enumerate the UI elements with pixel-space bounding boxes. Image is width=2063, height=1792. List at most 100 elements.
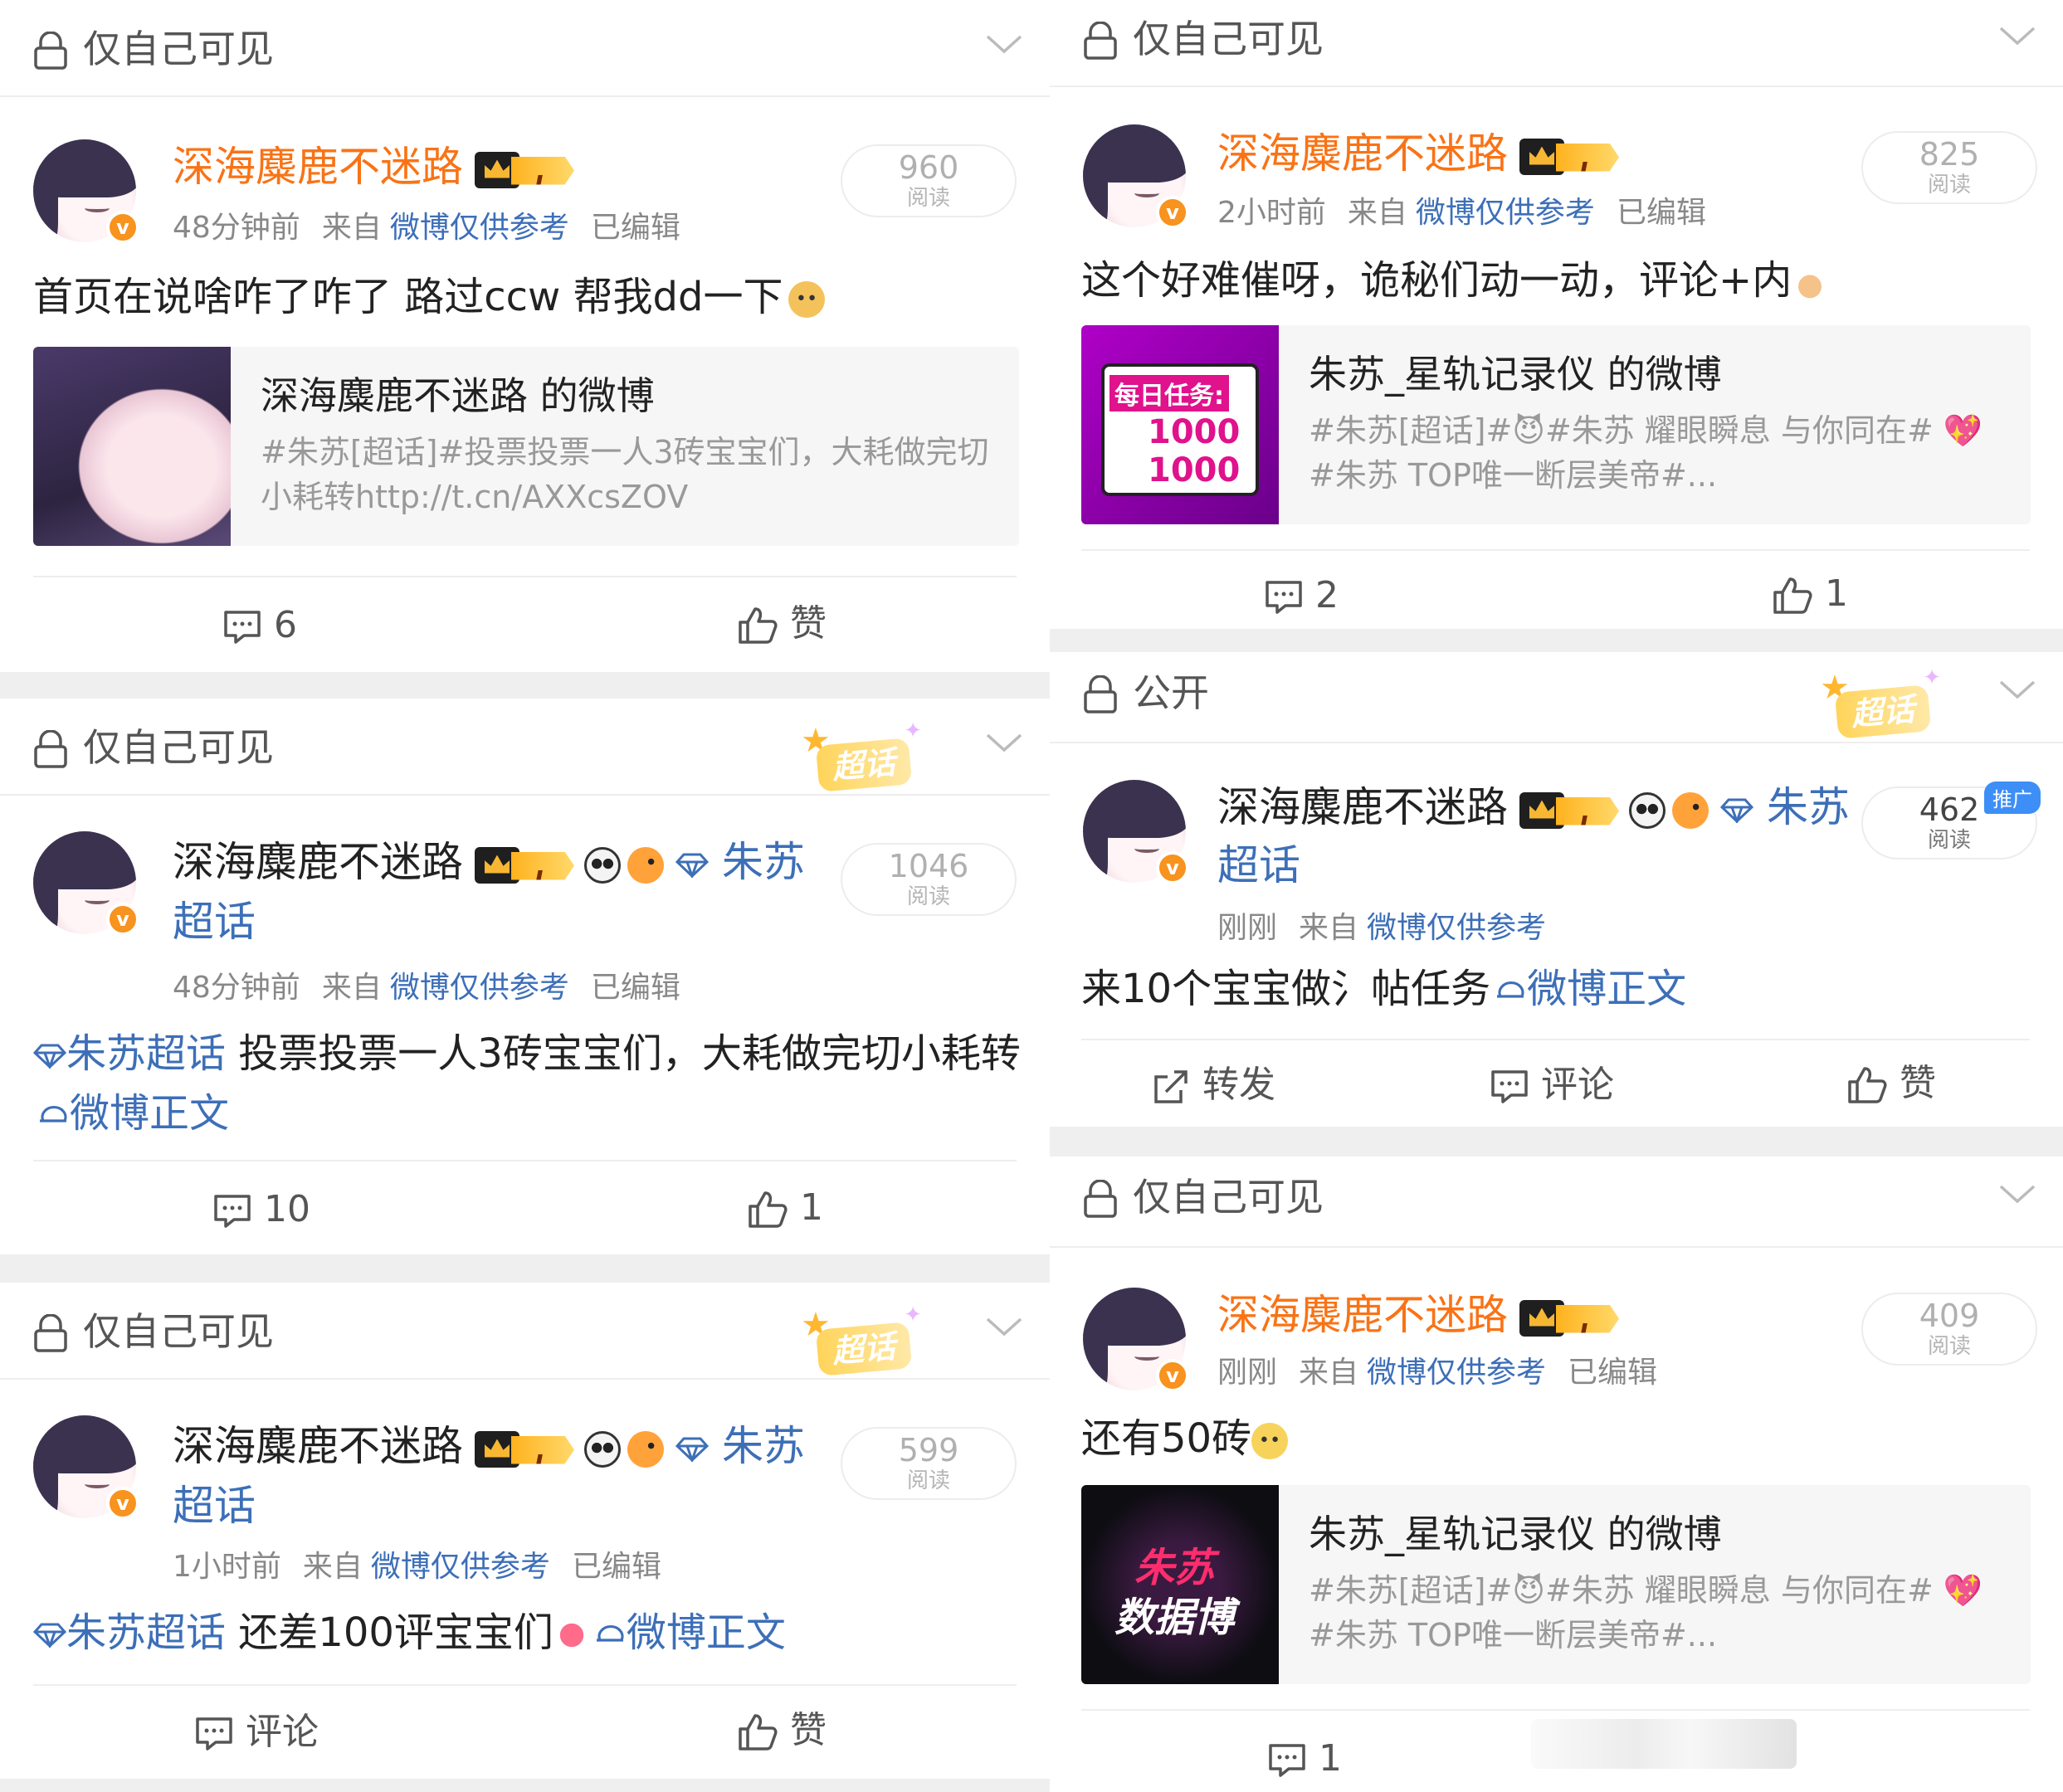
author-name[interactable]: 深海麋鹿不迷路 朱苏: [1217, 778, 1850, 836]
chaohua-badge[interactable]: ★ 超话 ✦: [1820, 665, 1944, 743]
author-name[interactable]: 深海麋鹿不迷路 朱苏: [173, 1417, 805, 1475]
weibo-text-link[interactable]: 微博正文: [627, 1609, 786, 1656]
verified-icon: v: [106, 903, 139, 936]
source-link[interactable]: 微博仅供参考: [1416, 196, 1595, 230]
weibo-text-link[interactable]: 微博正文: [1527, 966, 1686, 1012]
avatar[interactable]: v: [1083, 1288, 1189, 1392]
read-count: 409 阅读: [1861, 1293, 2037, 1366]
quoted-post[interactable]: 深海麋鹿不迷路 的微博 #朱苏[超话]#投票投票一人3砖宝宝们，大耗做完切小耗转…: [33, 347, 1019, 546]
quoted-thumbnail: 朱苏 数据博: [1081, 1485, 1279, 1684]
repost-button[interactable]: 转发: [1151, 1060, 1275, 1110]
quoted-desc: #朱苏[超话]#😈#朱苏 耀眼瞬息 与你同在# 💖#朱苏 TOP唯一断层美帝#.…: [1309, 412, 1983, 494]
topic-tag[interactable]: 朱苏超话: [66, 1609, 226, 1656]
weibo-link-icon: [37, 1099, 70, 1132]
post-card: 仅自己可见 v 深海麋鹿不迷路 48分钟前来自微博仅供参考已编辑 960阅读 首…: [0, 0, 1050, 672]
read-count: 825 阅读: [1861, 131, 2037, 204]
source-link[interactable]: 微博仅供参考: [390, 971, 569, 1005]
post-card: 仅自己可见 v 深海麋鹿不迷路 刚刚来自微博仅供参考已编辑 409阅读 还有50…: [1050, 1157, 2063, 1792]
panda-icon: [584, 846, 621, 884]
topic-link-cont[interactable]: 超话: [173, 893, 256, 951]
diamond-icon: [675, 853, 709, 878]
post-meta: 1小时前 来自 微博仅供参考 已编辑: [173, 1550, 661, 1584]
divider: [33, 576, 1017, 577]
like-button[interactable]: 1: [747, 1183, 823, 1233]
chevron-down-icon[interactable]: [1998, 1181, 2036, 1206]
post-header: 仅自己可见: [0, 0, 1050, 97]
topic-link-cont[interactable]: 超话: [173, 1477, 256, 1535]
read-count: 599 阅读: [841, 1427, 1017, 1500]
topic-link[interactable]: 朱苏: [1767, 783, 1850, 831]
quoted-post[interactable]: 朱苏 数据博 朱苏_星轨记录仪 的微博 #朱苏[超话]#😈#朱苏 耀眼瞬息 与你…: [1081, 1485, 2031, 1684]
quoted-title: 朱苏_星轨记录仪 的微博: [1309, 1512, 1722, 1556]
comment-button[interactable]: 2: [1264, 571, 1339, 621]
comment-button[interactable]: 评论: [1490, 1060, 1614, 1110]
comment-icon: [1264, 579, 1304, 616]
source-link[interactable]: 微博仅供参考: [1367, 1356, 1546, 1390]
author-name[interactable]: 深海麋鹿不迷路: [1217, 124, 1622, 183]
chaohua-badge[interactable]: ★ 超话 ✦: [801, 718, 925, 796]
topic-link[interactable]: 朱苏: [722, 838, 805, 886]
chevron-down-icon[interactable]: [985, 730, 1023, 755]
like-button[interactable]: 赞: [737, 599, 827, 649]
comment-button[interactable]: 评论: [194, 1707, 319, 1757]
chevron-down-icon[interactable]: [985, 1314, 1023, 1339]
lock-icon: [1083, 1180, 1118, 1218]
source-link[interactable]: 微博仅供参考: [1367, 911, 1546, 945]
quoted-title: 深海麋鹿不迷路 的微博: [261, 373, 655, 418]
chevron-down-icon[interactable]: [985, 32, 1023, 56]
like-icon: [737, 606, 778, 645]
comment-button[interactable]: 6: [222, 601, 297, 650]
author-name[interactable]: 深海麋鹿不迷路: [1217, 1286, 1622, 1344]
promo-tag: 推广: [1984, 782, 2041, 814]
diamond-icon: [675, 1437, 709, 1462]
quoted-image-text: 数据博: [1114, 1595, 1235, 1641]
source-link[interactable]: 微博仅供参考: [371, 1550, 550, 1584]
post-text: 来10个宝宝做氵帖任务 微博正文: [1081, 966, 1687, 1012]
quoted-image-text: 每日任务:: [1110, 375, 1229, 411]
lock-icon: [1083, 22, 1118, 60]
post-text: 这个好难催呀，诡秘们动一动，评论+内: [1081, 251, 1829, 310]
topic-link-cont[interactable]: 超话: [1217, 836, 1300, 894]
like-icon: [747, 1190, 788, 1230]
lock-icon: [33, 32, 68, 70]
thumbs-up-emoji-icon: [1792, 265, 1829, 301]
vip-crown-icon: [475, 150, 578, 190]
avatar[interactable]: v: [33, 139, 139, 244]
comment-button[interactable]: 1: [1267, 1734, 1342, 1784]
post-meta: 48分钟前 来自 微博仅供参考 已编辑: [173, 211, 680, 245]
like-button[interactable]: 赞: [737, 1706, 827, 1755]
source-link[interactable]: 微博仅供参考: [390, 211, 569, 245]
quoted-post[interactable]: 每日任务: 1000 1000 朱苏_星轨记录仪 的微博 #朱苏[超话]#😈#朱…: [1081, 325, 2031, 524]
divider: [1081, 1039, 2030, 1040]
author-name[interactable]: 深海麋鹿不迷路: [173, 138, 578, 196]
post-header: 公开 ★ 超话 ✦: [1050, 652, 2063, 743]
diamond-icon: [1720, 798, 1753, 823]
chevron-down-icon[interactable]: [1998, 23, 2036, 48]
avatar[interactable]: v: [1083, 124, 1189, 229]
topic-tag[interactable]: 朱苏超话: [66, 1030, 226, 1077]
author-name[interactable]: 深海麋鹿不迷路 朱苏: [173, 833, 805, 891]
quoted-desc: #朱苏[超话]#😈#朱苏 耀眼瞬息 与你同在# 💖#朱苏 TOP唯一断层美帝#.…: [1309, 1572, 1983, 1653]
weibo-text-link[interactable]: 微博正文: [70, 1090, 229, 1137]
weibo-link-icon: [1494, 975, 1527, 1008]
read-count: 462 阅读 推广: [1861, 782, 2041, 859]
post-header: 仅自己可见: [1050, 0, 2063, 87]
verified-icon: v: [1156, 851, 1189, 884]
heart-emoji-icon: [553, 1617, 590, 1653]
post-meta: 48分钟前 来自 微博仅供参考 已编辑: [173, 971, 680, 1005]
post-text: 首页在说啥咋了咋了 路过ccw 帮我dd一下: [33, 267, 825, 327]
quoted-image-text: 1000: [1148, 413, 1241, 451]
left-column: 仅自己可见 v 深海麋鹿不迷路 48分钟前来自微博仅供参考已编辑 960阅读 首…: [0, 0, 1050, 1792]
like-button[interactable]: 1: [1772, 569, 1848, 619]
topic-link[interactable]: 朱苏: [722, 1422, 805, 1470]
chevron-down-icon[interactable]: [1998, 677, 2036, 702]
comment-icon: [1267, 1742, 1307, 1779]
comment-button[interactable]: 10: [212, 1185, 310, 1234]
like-button[interactable]: 赞: [1846, 1059, 1936, 1108]
visibility-label: 公开: [1133, 670, 1209, 715]
avatar[interactable]: v: [33, 831, 139, 936]
comment-icon: [222, 609, 262, 645]
chaohua-badge[interactable]: ★ 超话 ✦: [801, 1303, 925, 1381]
avatar[interactable]: v: [33, 1415, 139, 1520]
avatar[interactable]: v: [1083, 780, 1189, 884]
